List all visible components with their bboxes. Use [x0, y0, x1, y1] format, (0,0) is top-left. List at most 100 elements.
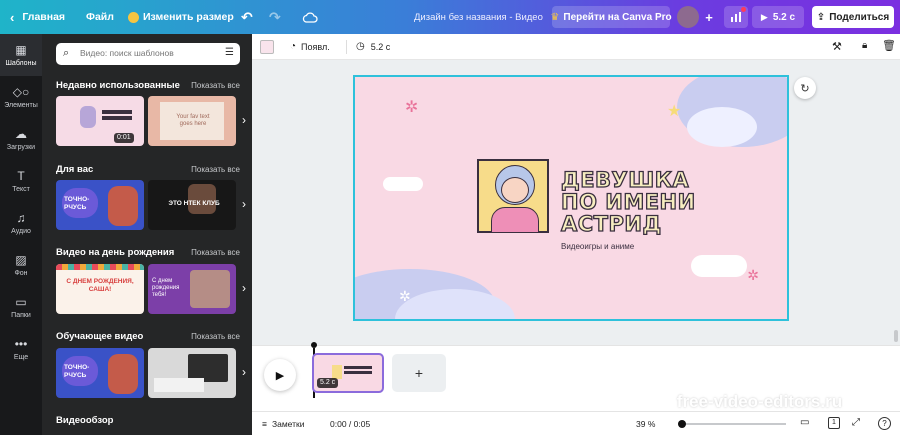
star-icon: ★: [667, 103, 682, 120]
pages-view-icon[interactable]: ▭: [800, 417, 809, 428]
animate-button[interactable]: ◔ Появл.: [290, 41, 330, 52]
rail-item-background[interactable]: ▨ Фон: [0, 244, 42, 286]
side-rail: ▦ Шаблоны ◇○ Элементы ☁ Загрузки T Текст…: [0, 34, 42, 435]
rail-item-text[interactable]: T Текст: [0, 160, 42, 202]
rail-item-uploads[interactable]: ☁ Загрузки: [0, 118, 42, 160]
zoom-slider[interactable]: [678, 420, 786, 428]
search-icon: ⌕: [63, 47, 70, 59]
add-collaborator-icon[interactable]: +: [700, 6, 718, 28]
duration-badge: 5.2 с: [317, 378, 339, 388]
top-bar: ‹ Главная Файл Изменить размер ↶ ↷ Дизай…: [0, 0, 900, 34]
fullscreen-icon[interactable]: ⤢: [852, 417, 860, 428]
upgrade-pro-button[interactable]: ♛ Перейти на Canva Pro: [550, 6, 672, 28]
star-icon: ✲: [399, 288, 411, 304]
divider: [346, 40, 347, 54]
chevron-right-icon[interactable]: ›: [242, 197, 246, 211]
chevron-right-icon[interactable]: ›: [242, 365, 246, 379]
headline-line-3[interactable]: АСТРИД: [560, 212, 661, 235]
clock-icon: ◷: [356, 41, 365, 52]
rail-item-elements[interactable]: ◇○ Элементы: [0, 76, 42, 118]
chevron-right-icon[interactable]: ›: [242, 113, 246, 127]
play-icon: ▶: [275, 369, 285, 382]
notes-icon: ≡: [262, 419, 267, 429]
insights-icon[interactable]: [724, 6, 748, 28]
template-thumb[interactable]: [148, 348, 236, 398]
template-thumb[interactable]: 0:01: [56, 96, 144, 146]
template-thumb[interactable]: С ДНЕМ РОЖДЕНИЯ, САША!: [56, 264, 144, 314]
text-icon: T: [17, 169, 25, 183]
page-count[interactable]: 1: [828, 417, 840, 429]
color-swatch[interactable]: [260, 40, 274, 54]
design-canvas[interactable]: ✲ ★ ✲ ✲ ДЕВУШКА ПО ИМЕНИ АСТРИД Видеоигр…: [353, 75, 789, 321]
paint-format-icon[interactable]: ⚒: [832, 40, 842, 53]
trash-icon[interactable]: 🗑︎: [882, 39, 896, 52]
star-icon: ✲: [747, 267, 759, 283]
duration-button[interactable]: ◷ 5.2 с: [356, 41, 390, 52]
filter-icon[interactable]: ☰: [225, 47, 234, 58]
more-icon: •••: [14, 337, 28, 351]
headline-line-2[interactable]: ПО ИМЕНИ: [560, 190, 696, 213]
home-button[interactable]: ‹ Главная: [10, 0, 65, 34]
notification-dot: [741, 7, 746, 12]
show-all-tutorial-link[interactable]: Показать все: [191, 332, 240, 341]
scrollbar[interactable]: [894, 330, 898, 342]
uploads-icon: ☁: [15, 127, 27, 141]
elements-icon: ◇○: [12, 85, 30, 99]
template-thumb[interactable]: Your fav text goes here: [148, 96, 236, 146]
section-title-review: Видеообзор: [56, 415, 114, 426]
present-button[interactable]: ▶ 5.2 с: [752, 6, 804, 28]
cloud-save-icon[interactable]: [302, 0, 318, 34]
help-button[interactable]: ?: [878, 417, 891, 430]
thumb-row-recent: 0:01 Your fav text goes here ›: [56, 96, 246, 146]
show-all-for-you-link[interactable]: Показать все: [191, 165, 240, 174]
zoom-slider-handle[interactable]: [678, 420, 686, 428]
share-icon: ⇪: [816, 11, 826, 23]
show-all-birthday-link[interactable]: Показать все: [191, 248, 240, 257]
template-thumb[interactable]: ТОЧНО-РЧУСЬ: [56, 180, 144, 230]
page-thumbnail[interactable]: 5.2 с: [312, 353, 384, 393]
play-button[interactable]: ▶: [264, 359, 296, 391]
rail-item-more[interactable]: ••• Еще: [0, 328, 42, 370]
bottom-bar: ≡ Заметки 0:00 / 0:05 39 % ▭ 1 ⤢ ?: [252, 411, 900, 435]
file-menu-button[interactable]: Файл: [86, 0, 114, 34]
rail-item-templates[interactable]: ▦ Шаблоны: [0, 34, 42, 76]
share-button[interactable]: ⇪ Поделиться: [812, 6, 894, 28]
template-thumb[interactable]: С днем рождения тебя!: [148, 264, 236, 314]
play-icon: ▶: [760, 11, 768, 22]
thumb-row-tutorial: ТОЧНО-РЧУСЬ ›: [56, 348, 246, 398]
rail-item-folders[interactable]: ▭ Папки: [0, 286, 42, 328]
resize-button[interactable]: Изменить размер: [128, 0, 234, 34]
cloud-decoration: [691, 255, 747, 277]
design-title[interactable]: Дизайн без названия - Видео: [414, 0, 543, 34]
audio-icon: ♫: [16, 211, 26, 225]
cloud-decoration: [383, 177, 423, 191]
avatar[interactable]: [677, 6, 699, 28]
background-icon: ▨: [15, 253, 27, 267]
rail-item-audio[interactable]: ♫ Аудио: [0, 202, 42, 244]
template-thumb[interactable]: ЭТО НТЕК КЛУБ: [148, 180, 236, 230]
watermark: ▶ free-video-editors.ru: [660, 392, 843, 411]
refresh-icon[interactable]: ↻: [794, 77, 816, 99]
character-illustration: [477, 159, 549, 233]
undo-icon[interactable]: ↶: [241, 0, 253, 34]
video-camera-icon: ▶: [660, 393, 671, 410]
search-input[interactable]: ⌕ Видео: поиск шаблонов ☰: [56, 43, 240, 65]
thumb-row-birthday: С ДНЕМ РОЖДЕНИЯ, САША! С днем рождения т…: [56, 264, 246, 314]
show-all-recent-link[interactable]: Показать все: [191, 81, 240, 90]
section-title-birthday: Видео на день рождения: [56, 247, 175, 258]
chevron-right-icon[interactable]: ›: [242, 281, 246, 295]
crown-icon: ♛: [550, 11, 560, 23]
animate-icon: ◔: [290, 41, 297, 52]
lock-icon[interactable]: 🔒︎: [862, 40, 867, 51]
template-thumb[interactable]: ТОЧНО-РЧУСЬ: [56, 348, 144, 398]
zoom-value[interactable]: 39 %: [636, 419, 655, 429]
notes-button[interactable]: ≡ Заметки: [262, 419, 304, 429]
add-page-button[interactable]: +: [392, 354, 446, 392]
canvas-subtitle[interactable]: Видеоигры и аниме: [561, 242, 634, 251]
chevron-left-icon: ‹: [10, 9, 15, 25]
crown-icon: [128, 11, 139, 23]
headline-line-1[interactable]: ДЕВУШКА: [560, 168, 689, 191]
redo-icon[interactable]: ↷: [269, 0, 281, 34]
cloud-decoration: [687, 107, 757, 147]
thumb-row-for-you: ТОЧНО-РЧУСЬ ЭТО НТЕК КЛУБ ›: [56, 180, 246, 230]
